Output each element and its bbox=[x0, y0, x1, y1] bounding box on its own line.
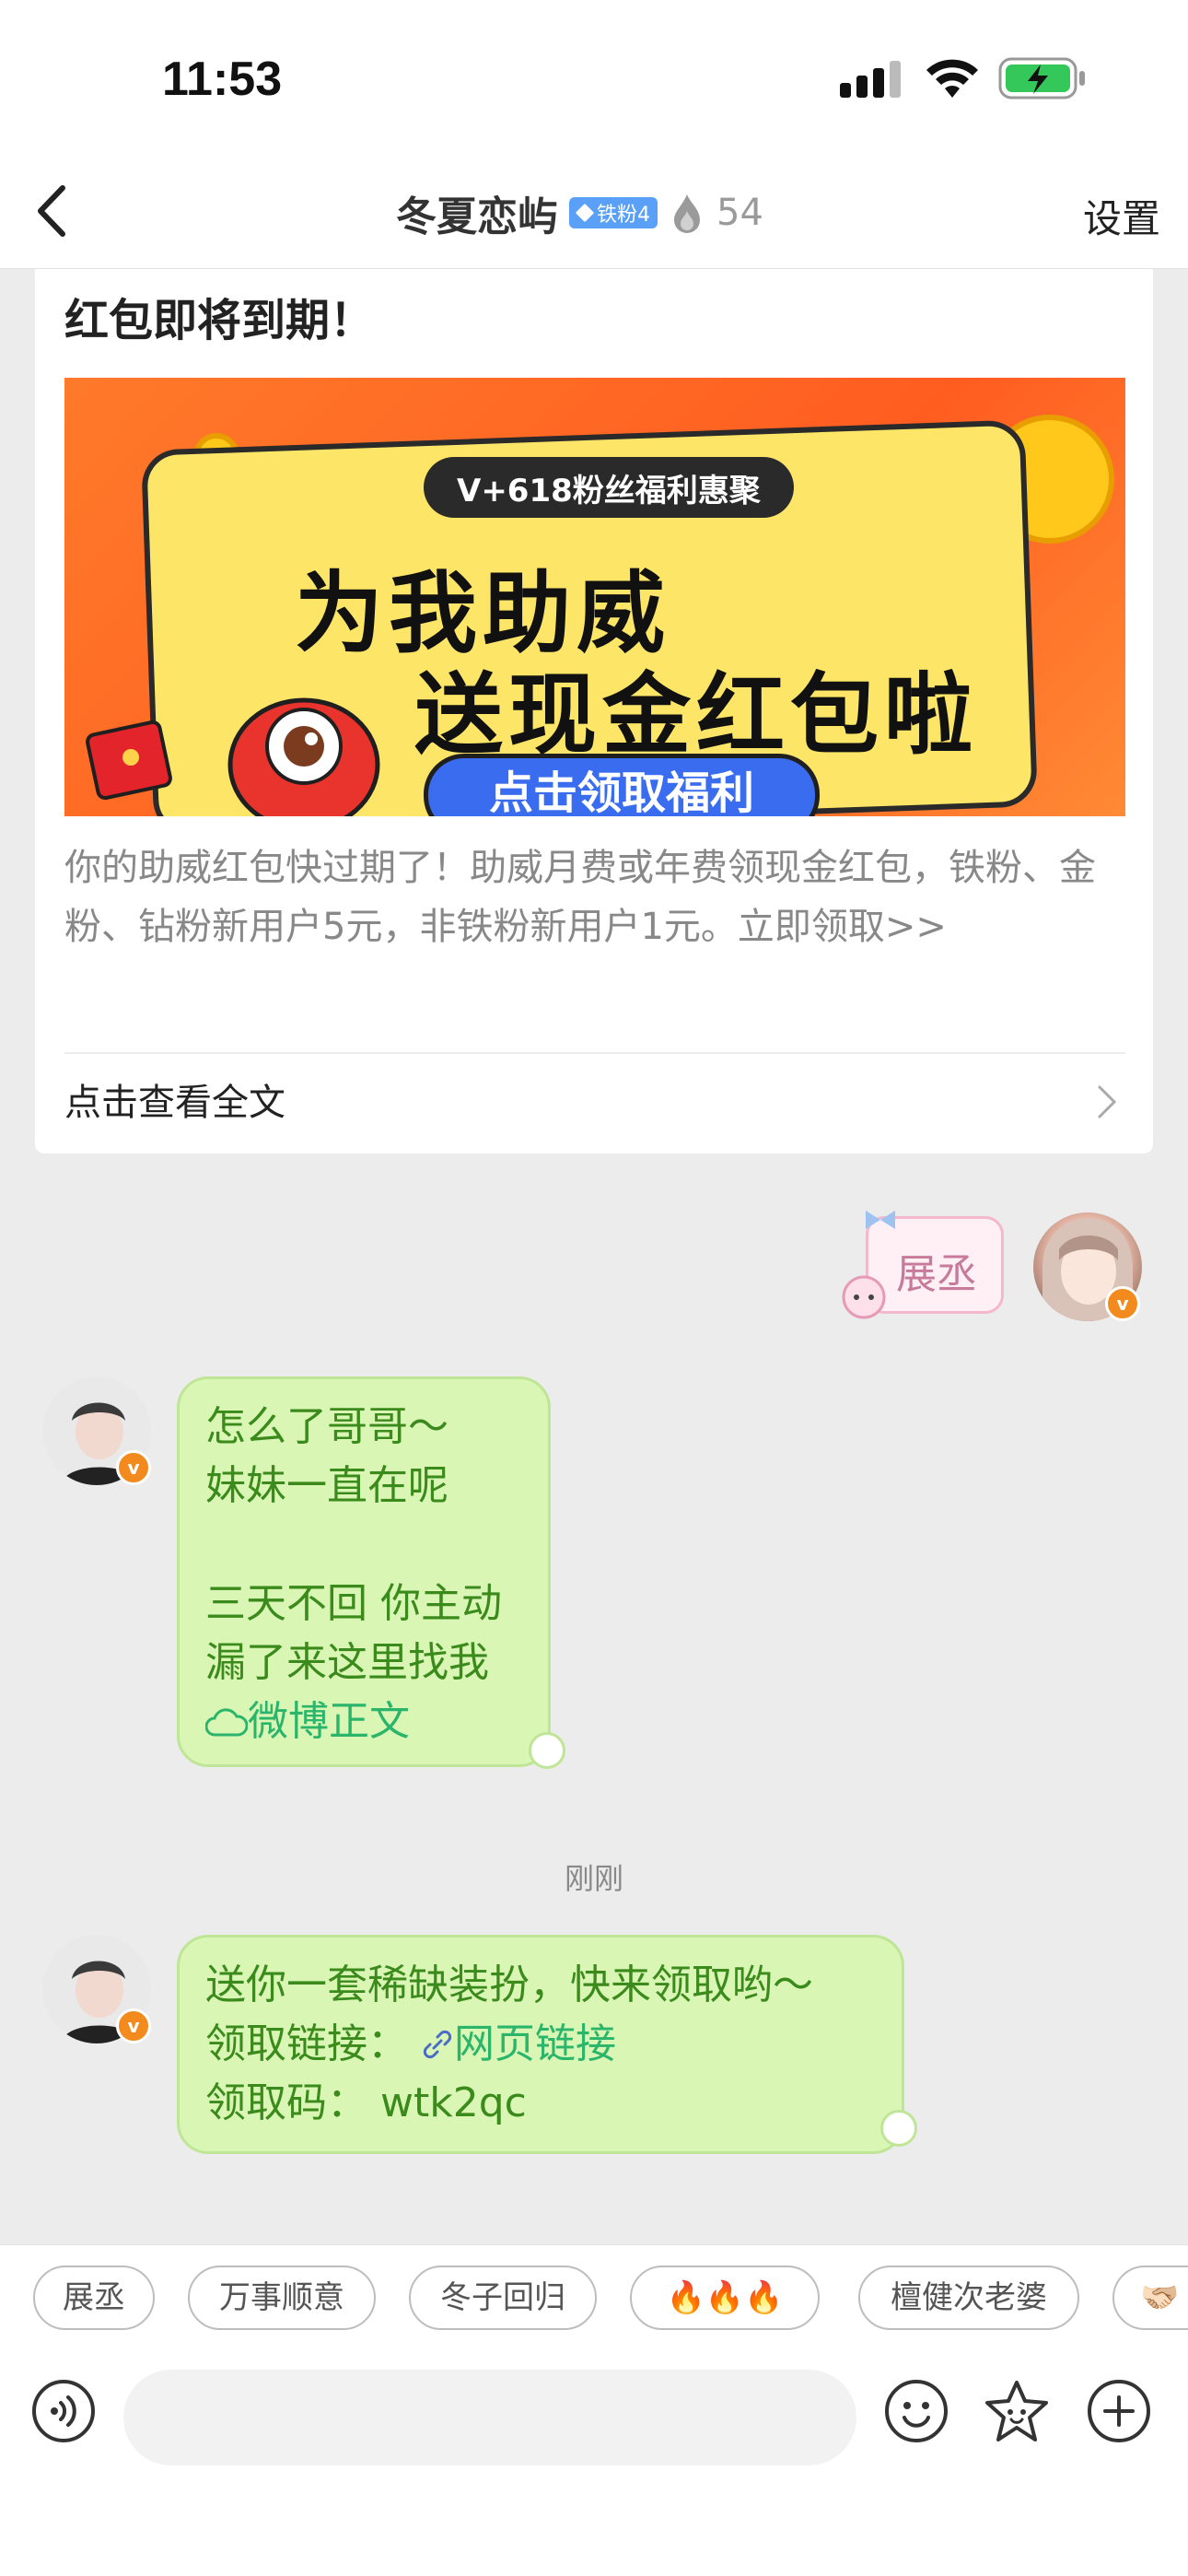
status-bar: 11:53 bbox=[0, 0, 1188, 157]
message-line: 漏了来这里找我 bbox=[205, 1639, 489, 1686]
article-card[interactable]: 红包即将到期！ V+618粉丝福利惠聚 为我助威 送现金红包啦 点击领取福利 你… bbox=[35, 269, 1153, 1153]
message-line: 怎么了哥哥～ bbox=[205, 1403, 448, 1450]
message-line: 妹妹一直在呢 bbox=[205, 1462, 448, 1509]
message-bubble[interactable]: 怎么了哥哥～ 妹妹一直在呢 三天不回 你主动 漏了来这里找我 微博正文 bbox=[177, 1376, 551, 1767]
emoji-icon[interactable] bbox=[884, 2379, 949, 2443]
link-label: 领取链接： bbox=[205, 2020, 408, 2067]
red-envelope-icon bbox=[86, 720, 172, 801]
banner-cta[interactable]: 点击领取福利 bbox=[424, 754, 820, 816]
quick-reply-chip[interactable]: 万事顺意 bbox=[188, 2266, 376, 2330]
weibo-post-link[interactable]: 微博正文 bbox=[204, 1692, 522, 1751]
fan-flame-icon bbox=[674, 194, 700, 233]
chevron-right-icon bbox=[1098, 1085, 1117, 1118]
fan-count: 54 bbox=[716, 192, 763, 234]
diamond-icon bbox=[575, 203, 595, 223]
quick-reply-chip[interactable]: 🫱🏻‍🫲🏼 bbox=[1112, 2266, 1188, 2330]
input-bar bbox=[0, 2348, 1188, 2576]
mascot-icon bbox=[227, 697, 380, 816]
quick-reply-chip[interactable]: 檀健次老婆 bbox=[858, 2266, 1079, 2330]
chat-header: 冬夏恋屿 铁粉4 54 设置 bbox=[0, 157, 1188, 269]
read-full-link[interactable]: 点击查看全文 bbox=[64, 1072, 285, 1126]
verified-badge-icon: v bbox=[1105, 1286, 1140, 1321]
quick-reply-bar: 展丞 万事顺意 冬子回归 🔥🔥🔥 檀健次老婆 🫱🏻‍🫲🏼 bbox=[0, 2244, 1188, 2348]
redeem-code: wtk2qc bbox=[380, 2079, 527, 2126]
weibo-cloud-icon bbox=[204, 1708, 249, 1737]
quick-reply-chip[interactable]: 展丞 bbox=[33, 2266, 155, 2330]
divider bbox=[64, 1052, 1125, 1054]
message-bubble[interactable]: 送你一套稀缺装扮，快来领取哟～ 领取链接： 网页链接 领取码： wtk2qc bbox=[177, 1935, 904, 2154]
link-icon bbox=[423, 2030, 452, 2059]
message-input[interactable] bbox=[123, 2370, 856, 2465]
weibo-post-link-label: 微博正文 bbox=[248, 1698, 410, 1745]
wifi-icon bbox=[926, 59, 978, 98]
fan-level-badge: 铁粉4 bbox=[569, 197, 658, 228]
battery-icon bbox=[998, 57, 1085, 100]
quick-reply-chip[interactable]: 冬子回归 bbox=[409, 2266, 597, 2330]
voice-icon[interactable] bbox=[31, 2379, 96, 2443]
fan-badge-label: 铁粉4 bbox=[597, 204, 650, 227]
signal-icon bbox=[840, 61, 901, 98]
banner-title-line2: 送现金红包啦 bbox=[414, 663, 978, 767]
sticker-icon[interactable] bbox=[984, 2379, 1050, 2443]
message-line: 送你一套稀缺装扮，快来领取哟～ bbox=[205, 1961, 813, 2008]
verified-badge-icon: v bbox=[116, 1450, 151, 1485]
web-link[interactable]: 网页链接 bbox=[454, 2020, 616, 2067]
bubble-sticker-decoration bbox=[880, 2110, 917, 2147]
message-line: 领取链接： 网页链接 bbox=[205, 2015, 876, 2074]
promo-banner[interactable]: V+618粉丝福利惠聚 为我助威 送现金红包啦 点击领取福利 bbox=[64, 378, 1125, 816]
article-summary: 你的助威红包快过期了！助威月费或年费领现金红包，铁粉、金粉、钻粉新用户5元，非铁… bbox=[64, 847, 1096, 948]
banner-tag: V+618粉丝福利惠聚 bbox=[424, 457, 794, 518]
message-line: 三天不回 你主动 bbox=[205, 1580, 502, 1627]
plus-icon[interactable] bbox=[1087, 2379, 1151, 2443]
code-label: 领取码： bbox=[205, 2079, 367, 2126]
sticker-text: 展丞 bbox=[896, 1251, 977, 1298]
cat-sticker-icon bbox=[842, 1275, 886, 1319]
verified-badge-icon: v bbox=[116, 2008, 151, 2043]
settings-button[interactable]: 设置 bbox=[1083, 188, 1160, 244]
back-arrow-icon[interactable] bbox=[28, 179, 83, 243]
time-divider: 刚刚 bbox=[564, 1861, 623, 1896]
chat-title: 冬夏恋屿 bbox=[396, 193, 558, 240]
status-time: 11:53 bbox=[162, 53, 283, 106]
bubble-sticker-decoration bbox=[529, 1732, 565, 1769]
message-line: 领取码： wtk2qc bbox=[205, 2074, 876, 2133]
chat-title-group[interactable]: 冬夏恋屿 铁粉4 54 bbox=[396, 181, 763, 245]
quick-reply-chip[interactable]: 🔥🔥🔥 bbox=[630, 2266, 820, 2330]
message-line bbox=[205, 1516, 522, 1575]
article-heading: 红包即将到期！ bbox=[64, 295, 375, 346]
bow-icon bbox=[866, 1211, 895, 1229]
